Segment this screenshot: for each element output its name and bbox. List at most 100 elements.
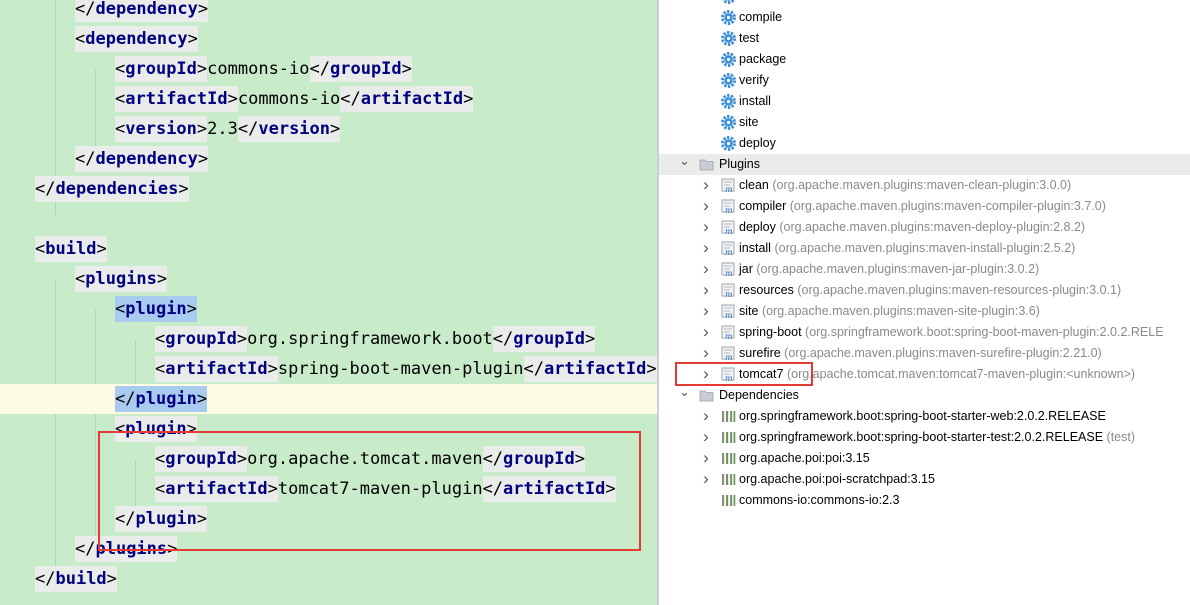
library-icon	[722, 432, 736, 443]
code-line[interactable]: <dependency>	[0, 24, 657, 54]
lifecycle-item-test[interactable]: test	[659, 28, 1190, 49]
chevron-right-icon[interactable]: ›	[701, 175, 711, 196]
lifecycle-item-site[interactable]: site	[659, 112, 1190, 133]
tag-name: artifactId	[165, 359, 268, 379]
lifecycle-item-compile[interactable]: compile	[659, 7, 1190, 28]
plugin-node-resources[interactable]: › m resources (org.apache.maven.plugins:ma…	[659, 280, 1190, 301]
node-detail: (org.apache.maven.plugins:maven-site-plu…	[761, 304, 1040, 318]
opening-tag[interactable]: <version>	[115, 116, 208, 142]
maven-plugin-icon: m	[721, 283, 735, 298]
closing-tag[interactable]: </plugin>	[115, 386, 208, 412]
code-line[interactable]: </dependencies>	[0, 174, 657, 204]
node-label: resources	[739, 283, 794, 297]
code-line[interactable]: <artifactId>spring-boot-maven-plugin</ar…	[0, 354, 657, 384]
code-line[interactable]: </dependency>	[0, 144, 657, 174]
tag-name: artifactId	[360, 89, 464, 109]
plugin-node-clean[interactable]: › m clean (org.apache.maven.plugins:maven-…	[659, 175, 1190, 196]
code-line[interactable]: </dependency>	[0, 0, 657, 24]
lifecycle-item-install[interactable]: install	[659, 91, 1190, 112]
gear-icon	[721, 0, 736, 4]
chevron-right-icon[interactable]: ›	[701, 427, 711, 448]
chevron-right-icon[interactable]: ›	[701, 322, 711, 343]
maven-plugin-icon: m	[721, 241, 735, 256]
node-label: commons-io:commons-io:2.3	[739, 493, 900, 507]
closing-tag[interactable]: </groupId>	[492, 326, 596, 352]
closing-tag[interactable]: </artifactId>	[340, 86, 474, 112]
chevron-right-icon[interactable]: ›	[701, 448, 711, 469]
plugin-node-deploy[interactable]: › m deploy (org.apache.maven.plugins:maven…	[659, 217, 1190, 238]
tag-name: build	[55, 569, 107, 589]
chevron-right-icon[interactable]: ›	[701, 217, 711, 238]
chevron-right-icon[interactable]: ›	[701, 406, 711, 427]
dependency-node[interactable]: › org.apache.poi:poi:3.15	[659, 448, 1190, 469]
dependency-node[interactable]: › org.apache.poi:poi-scratchpad:3.15	[659, 469, 1190, 490]
code-line[interactable]: <artifactId>commons-io</artifactId>	[0, 84, 657, 114]
opening-tag[interactable]: <artifactId>	[155, 356, 278, 382]
closing-tag[interactable]: </dependencies>	[35, 176, 189, 202]
svg-text:m: m	[725, 206, 733, 214]
plugin-node-install[interactable]: › m install (org.apache.maven.plugins:mave…	[659, 238, 1190, 259]
gear-icon	[721, 10, 736, 25]
node-label: clean	[739, 178, 769, 192]
opening-tag[interactable]: <plugins>	[75, 266, 168, 292]
closing-tag[interactable]: </version>	[237, 116, 341, 142]
chevron-right-icon[interactable]: ›	[701, 259, 711, 280]
chevron-right-icon[interactable]: ›	[701, 343, 711, 364]
maven-plugin-icon: m	[721, 199, 735, 214]
opening-tag[interactable]: <dependency>	[75, 26, 198, 52]
dependencies-section[interactable]: ⌄ Dependencies	[659, 385, 1190, 406]
node-label: org.springframework.boot:spring-boot-sta…	[739, 430, 1104, 444]
dependency-node[interactable]: commons-io:commons-io:2.3	[659, 490, 1190, 511]
chevron-right-icon[interactable]: ›	[701, 280, 711, 301]
node-label: org.apache.poi:poi-scratchpad:3.15	[739, 472, 935, 486]
node-label: verify	[739, 73, 769, 87]
library-icon	[722, 453, 736, 464]
dependency-node[interactable]: › org.springframework.boot:spring-boot-st…	[659, 406, 1190, 427]
code-line[interactable]: </build>	[0, 564, 657, 594]
svg-text:m: m	[725, 332, 733, 340]
node-label: package	[739, 52, 787, 66]
opening-tag[interactable]: <groupId>	[155, 326, 248, 352]
plugin-node-site[interactable]: › m site (org.apache.maven.plugins:maven-s…	[659, 301, 1190, 322]
chevron-down-icon[interactable]: ⌄	[679, 385, 690, 406]
closing-tag[interactable]: </artifactId>	[523, 356, 657, 382]
opening-tag[interactable]: <build>	[35, 236, 107, 262]
opening-tag[interactable]: <plugin>	[115, 296, 197, 322]
tag-name: artifactId	[543, 359, 647, 379]
svg-text:m: m	[725, 290, 733, 298]
code-line[interactable]: </plugin>	[0, 384, 657, 414]
opening-tag[interactable]: <groupId>	[115, 56, 208, 82]
code-line[interactable]: <groupId>org.springframework.boot</group…	[0, 324, 657, 354]
code-line[interactable]: <groupId>commons-io</groupId>	[0, 54, 657, 84]
element-value: commons-io	[237, 89, 341, 109]
chevron-right-icon[interactable]: ›	[701, 469, 711, 490]
closing-tag[interactable]: </dependency>	[75, 146, 209, 172]
code-line[interactable]: <build>	[0, 234, 657, 264]
code-line[interactable]: <plugin>	[0, 294, 657, 324]
closing-tag[interactable]: </groupId>	[309, 56, 412, 82]
node-label: org.springframework.boot:spring-boot-sta…	[739, 409, 1106, 423]
lifecycle-item-deploy[interactable]: deploy	[659, 133, 1190, 154]
plugin-node-compiler[interactable]: › m compiler (org.apache.maven.plugins:mav…	[659, 196, 1190, 217]
closing-tag[interactable]: </build>	[35, 566, 117, 592]
code-line[interactable]: <plugins>	[0, 264, 657, 294]
lifecycle-item-package[interactable]: package	[659, 49, 1190, 70]
chevron-right-icon[interactable]: ›	[701, 301, 711, 322]
plugin-node-jar[interactable]: › m jar (org.apache.maven.plugins:maven-ja…	[659, 259, 1190, 280]
tag-name: dependency	[95, 0, 198, 19]
closing-tag[interactable]: </dependency>	[75, 0, 209, 22]
chevron-down-icon[interactable]: ⌄	[679, 154, 690, 175]
chevron-right-icon[interactable]: ›	[701, 238, 711, 259]
plugin-node-surefire[interactable]: › m surefire (org.apache.maven.plugins:mav…	[659, 343, 1190, 364]
plugins-section[interactable]: ⌄ Plugins	[659, 154, 1190, 175]
opening-tag[interactable]: <artifactId>	[115, 86, 238, 112]
code-line[interactable]: <version>2.3</version>	[0, 114, 657, 144]
xml-editor[interactable]: </dependency> <dependency> <groupId>common…	[0, 0, 657, 605]
lifecycle-item-partial[interactable]	[659, 0, 1190, 7]
lifecycle-item-verify[interactable]: verify	[659, 70, 1190, 91]
plugin-node-spring-boot[interactable]: › m spring-boot (org.springframework.boot:…	[659, 322, 1190, 343]
node-detail: (org.springframework.boot:spring-boot-ma…	[805, 325, 1164, 339]
maven-projects-tree[interactable]: compile test package verify install site deplo…	[659, 0, 1190, 605]
dependency-node[interactable]: › org.springframework.boot:spring-boot-st…	[659, 427, 1190, 448]
chevron-right-icon[interactable]: ›	[701, 196, 711, 217]
